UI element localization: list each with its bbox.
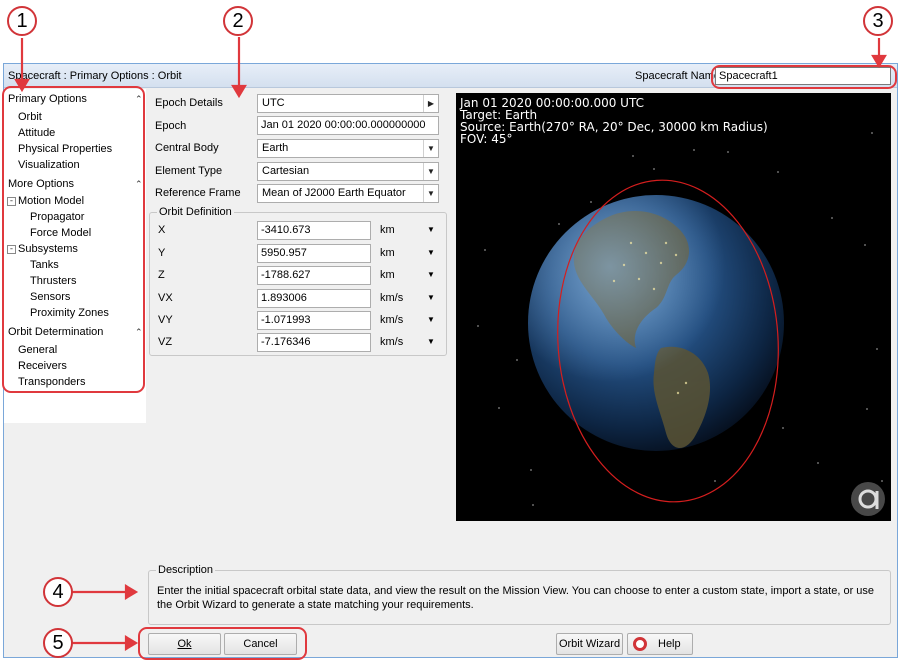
epoch-details-value: UTC <box>262 97 285 109</box>
help-button[interactable]: Help <box>627 633 693 655</box>
callout-4: 4 <box>43 577 73 607</box>
epoch-input[interactable]: Jan 01 2020 00:00:00.000000000 <box>257 116 439 135</box>
epoch-details-label: Epoch Details <box>155 97 223 109</box>
element-type-dropdown[interactable]: Cartesian ▼ <box>257 162 439 181</box>
element-type-label: Element Type <box>155 165 223 177</box>
z-unit-dropdown-icon[interactable]: ▼ <box>426 266 436 284</box>
central-body-value: Earth <box>262 142 289 154</box>
x-input[interactable]: -3410.673 <box>257 221 371 240</box>
highlight-ok-cancel <box>138 627 307 660</box>
z-input[interactable]: -1788.627 <box>257 266 371 285</box>
vz-input[interactable]: -7.176346 <box>257 333 371 352</box>
vz-unit-dropdown-icon[interactable]: ▼ <box>426 333 436 351</box>
vy-label: VY <box>158 314 173 326</box>
view-fov-text: FOV: 45° <box>460 132 513 146</box>
callout-5: 5 <box>43 628 73 658</box>
vx-unit: km/s <box>380 292 404 304</box>
vx-unit-dropdown-icon[interactable]: ▼ <box>426 289 436 307</box>
description-group: Description Enter the initial spacecraft… <box>148 564 891 625</box>
epoch-details-dropdown[interactable]: UTC ▶ <box>257 94 439 113</box>
vy-unit: km/s <box>380 314 404 326</box>
spacecraft-name-label: Spacecraft Name <box>635 70 720 82</box>
earth-scene <box>477 132 885 516</box>
vx-label: VX <box>158 292 173 304</box>
z-unit: km <box>380 269 395 281</box>
app-logo-icon <box>851 482 885 516</box>
y-label: Y <box>158 247 166 259</box>
chevron-right-icon: ▶ <box>423 95 438 112</box>
callout-1: 1 <box>7 6 37 36</box>
orbit-wizard-button-label: Orbit Wizard <box>558 638 621 650</box>
central-body-label: Central Body <box>155 142 219 154</box>
window-title: Spacecraft : Primary Options : Orbit <box>8 70 182 82</box>
reference-frame-dropdown[interactable]: Mean of J2000 Earth Equator ▼ <box>257 184 439 203</box>
x-unit-dropdown-icon[interactable]: ▼ <box>426 221 436 239</box>
screenshot: Spacecraft : Primary Options : Orbit Spa… <box>0 0 901 661</box>
chevron-down-icon: ▼ <box>423 163 438 180</box>
help-button-label: Help <box>658 638 681 650</box>
y-input[interactable]: 5950.957 <box>257 244 371 263</box>
highlight-nav <box>2 86 145 393</box>
chevron-down-icon: ▼ <box>423 185 438 202</box>
callout-3: 3 <box>863 6 893 36</box>
orbit-definition-legend: Orbit Definition <box>157 206 234 218</box>
epoch-label: Epoch <box>155 120 187 132</box>
vz-unit: km/s <box>380 336 404 348</box>
description-text: Enter the initial spacecraft orbital sta… <box>157 585 875 611</box>
reference-frame-value: Mean of J2000 Earth Equator <box>262 187 406 199</box>
callout-2: 2 <box>223 6 253 36</box>
lifebuoy-icon <box>633 637 647 651</box>
highlight-spacecraft-name <box>711 65 897 89</box>
vx-input[interactable]: 1.893006 <box>257 289 371 308</box>
z-label: Z <box>158 269 165 281</box>
reference-frame-label: Reference Frame <box>155 187 241 199</box>
x-unit: km <box>380 224 395 236</box>
mission-view[interactable]: Jan 01 2020 00:00:00.000 UTC Target: Ear… <box>456 93 891 521</box>
y-unit: km <box>380 247 395 259</box>
vz-label: VZ <box>158 336 173 348</box>
x-label: X <box>158 224 166 236</box>
description-legend: Description <box>156 564 216 576</box>
vy-unit-dropdown-icon[interactable]: ▼ <box>426 311 436 329</box>
chevron-down-icon: ▼ <box>423 140 438 157</box>
orbit-wizard-button[interactable]: Orbit Wizard <box>556 633 623 655</box>
y-unit-dropdown-icon[interactable]: ▼ <box>426 244 436 262</box>
vy-input[interactable]: -1.071993 <box>257 311 371 330</box>
central-body-dropdown[interactable]: Earth ▼ <box>257 139 439 158</box>
element-type-value: Cartesian <box>262 165 310 177</box>
